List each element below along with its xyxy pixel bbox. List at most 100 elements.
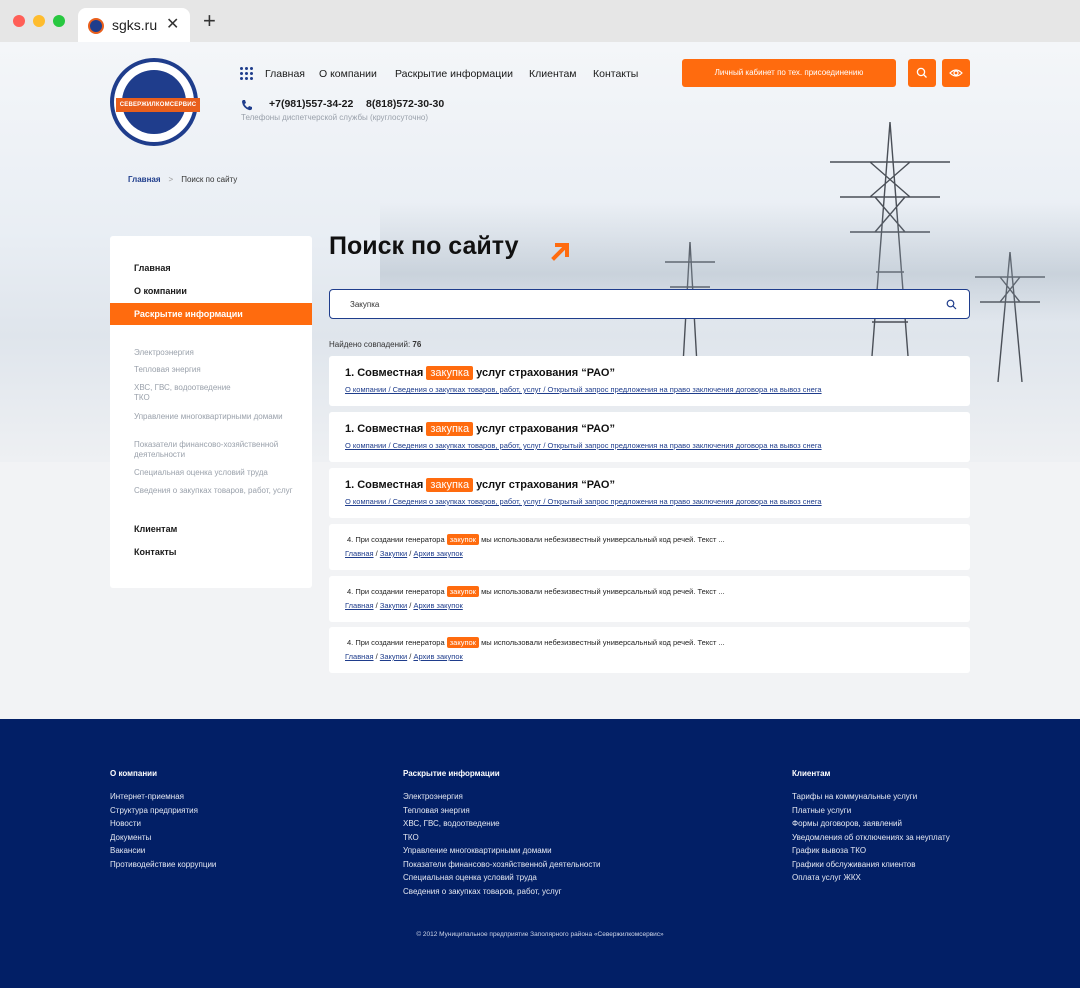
- company-logo[interactable]: СЕВЕРЖИЛКОМСЕРВИС: [110, 58, 200, 146]
- footer-link[interactable]: Графики обслуживания клиентов: [792, 858, 950, 872]
- footer-link[interactable]: Показатели финансово-хозяйственной деяте…: [403, 858, 600, 872]
- sidebar-sub-finance[interactable]: Показатели финансово-хозяйственной деяте…: [134, 440, 294, 460]
- browser-chrome: sgks.ru ✕ +: [0, 0, 1080, 42]
- minimize-window-button[interactable]: [33, 15, 45, 27]
- footer-link[interactable]: Новости: [110, 817, 216, 831]
- sidebar-sub-procurement[interactable]: Сведения о закупках товаров, работ, услу…: [134, 486, 294, 496]
- sidebar-item-clients[interactable]: Клиентам: [134, 524, 177, 534]
- result-link-procurement[interactable]: Закупки: [380, 601, 407, 610]
- footer-link[interactable]: Сведения о закупках товаров, работ, услу…: [403, 885, 600, 899]
- footer-link[interactable]: График вывоза ТКО: [792, 844, 950, 858]
- nav-item-about[interactable]: О компании: [319, 68, 377, 80]
- maximize-window-button[interactable]: [53, 15, 65, 27]
- result-highlight: закупка: [426, 478, 474, 492]
- breadcrumb-home[interactable]: Главная: [128, 175, 161, 184]
- search-button[interactable]: [908, 59, 936, 87]
- sidebar-sub-housing[interactable]: Управление многоквартирными домами: [134, 412, 294, 422]
- sidebar-sub-electricity[interactable]: Электроэнергия: [134, 348, 294, 358]
- footer-link[interactable]: Электроэнергия: [403, 790, 600, 804]
- sidebar-sub-heat[interactable]: Тепловая энергия: [134, 365, 294, 375]
- favicon-icon: [88, 18, 104, 34]
- sidebar-item-label: Раскрытие информации: [134, 309, 243, 319]
- tab-close-icon[interactable]: ✕: [166, 14, 179, 34]
- nav-item-clients[interactable]: Клиентам: [529, 68, 577, 80]
- result-title[interactable]: 1. Совместная закупка услуг страхования …: [345, 366, 615, 380]
- accessibility-button[interactable]: [942, 59, 970, 87]
- snippet-suffix: мы использовали небезизвестный универсал…: [481, 535, 725, 544]
- result-highlight: закупок: [446, 534, 479, 545]
- results-count-value: 76: [412, 340, 422, 349]
- cabinet-button[interactable]: Личный кабинет по тех. присоединению: [682, 59, 896, 87]
- footer-link[interactable]: ТКО: [403, 831, 600, 845]
- grid-icon[interactable]: [240, 67, 254, 81]
- footer-link[interactable]: Оплата услуг ЖКХ: [792, 871, 950, 885]
- nav-item-disclosure[interactable]: Раскрытие информации: [395, 68, 513, 80]
- sidebar-item-home[interactable]: Главная: [134, 263, 171, 273]
- search-input[interactable]: Закупка: [329, 289, 970, 319]
- sidebar-item-contacts[interactable]: Контакты: [134, 547, 176, 557]
- footer-link[interactable]: Противодействие коррупции: [110, 858, 216, 872]
- footer-link[interactable]: Интернет-приемная: [110, 790, 216, 804]
- result-highlight: закупок: [446, 586, 479, 597]
- result-link-archive[interactable]: Архив закупок: [413, 549, 462, 558]
- sidebar-item-about[interactable]: О компании: [134, 286, 187, 296]
- footer-link[interactable]: Документы: [110, 831, 216, 845]
- result-snippet: 4. При создании генератора закупок мы ис…: [347, 534, 725, 545]
- arrow-up-right-icon: [551, 243, 569, 261]
- new-tab-button[interactable]: +: [203, 10, 216, 32]
- snippet-suffix: мы использовали небезизвестный универсал…: [481, 638, 725, 647]
- search-result[interactable]: 4. При создании генератора закупок мы ис…: [329, 576, 970, 622]
- snippet-prefix: 4. При создании генератора: [347, 638, 445, 647]
- eye-icon: [949, 69, 963, 77]
- search-result[interactable]: 1. Совместная закупка услуг страхования …: [329, 412, 970, 462]
- result-highlight: закупка: [426, 422, 474, 436]
- result-link-home[interactable]: Главная: [345, 601, 374, 610]
- footer-link[interactable]: Формы договоров, заявлений: [792, 817, 950, 831]
- phone-number-2[interactable]: 8(818)572-30-30: [366, 98, 444, 110]
- result-breadcrumb: Главная / Закупки / Архив закупок: [345, 601, 463, 610]
- search-result[interactable]: 1. Совместная закупка услуг страхования …: [329, 356, 970, 406]
- result-link-archive[interactable]: Архив закупок: [413, 601, 462, 610]
- footer-link[interactable]: Управление многоквартирными домами: [403, 844, 600, 858]
- result-path-link[interactable]: О компании / Сведения о закупках товаров…: [345, 385, 822, 394]
- footer-link[interactable]: Тарифы на коммунальные услуги: [792, 790, 950, 804]
- result-link-archive[interactable]: Архив закупок: [413, 652, 462, 661]
- result-link-home[interactable]: Главная: [345, 652, 374, 661]
- result-link-procurement[interactable]: Закупки: [380, 549, 407, 558]
- nav-item-contacts[interactable]: Контакты: [593, 68, 638, 80]
- tab-title: sgks.ru: [112, 17, 158, 33]
- result-path-link[interactable]: О компании / Сведения о закупках товаров…: [345, 441, 822, 450]
- footer-link[interactable]: ХВС, ГВС, водоотведение: [403, 817, 600, 831]
- result-highlight: закупок: [446, 637, 479, 648]
- sidebar-sub-labor[interactable]: Специальная оценка условий труда: [134, 468, 294, 478]
- nav-item-home[interactable]: Главная: [265, 68, 305, 80]
- search-icon[interactable]: [946, 299, 957, 310]
- result-link-procurement[interactable]: Закупки: [380, 652, 407, 661]
- result-snippet: 4. При создании генератора закупок мы ис…: [347, 637, 725, 648]
- result-path-link[interactable]: О компании / Сведения о закупках товаров…: [345, 497, 822, 506]
- result-link-home[interactable]: Главная: [345, 549, 374, 558]
- footer-link[interactable]: Платные услуги: [792, 804, 950, 818]
- search-result[interactable]: 1. Совместная закупка услуг страхования …: [329, 468, 970, 518]
- browser-tab[interactable]: sgks.ru ✕: [78, 8, 190, 42]
- footer-link[interactable]: Уведомления об отключениях за неуплату: [792, 831, 950, 845]
- logo-emblem: СЕВЕРЖИЛКОМСЕРВИС: [116, 70, 200, 134]
- search-result[interactable]: 4. При создании генератора закупок мы ис…: [329, 627, 970, 673]
- footer-link[interactable]: Тепловая энергия: [403, 804, 600, 818]
- sidebar-menu: Главная О компании Раскрытие информации …: [110, 236, 312, 588]
- footer-link[interactable]: Структура предприятия: [110, 804, 216, 818]
- phone-number-1[interactable]: +7(981)557-34-22: [269, 98, 353, 110]
- footer-link[interactable]: Специальная оценка условий труда: [403, 871, 600, 885]
- close-window-button[interactable]: [13, 15, 25, 27]
- copyright: © 2012 Муниципальное предприятие Заполяр…: [416, 931, 664, 938]
- result-title[interactable]: 1. Совместная закупка услуг страхования …: [345, 478, 615, 492]
- footer-link[interactable]: Вакансии: [110, 844, 216, 858]
- breadcrumb-current: Поиск по сайту: [181, 175, 238, 184]
- sidebar-item-disclosure[interactable]: Раскрытие информации: [110, 303, 312, 325]
- footer-heading: Клиентам: [792, 769, 831, 778]
- search-result[interactable]: 4. При создании генератора закупок мы ис…: [329, 524, 970, 570]
- results-count: Найдено совпадений: 76: [329, 340, 421, 349]
- result-title-prefix: 1. Совместная: [345, 423, 424, 435]
- result-title[interactable]: 1. Совместная закупка услуг страхования …: [345, 422, 615, 436]
- sidebar-sub-water[interactable]: ХВС, ГВС, водоотведение ТКО: [134, 383, 294, 403]
